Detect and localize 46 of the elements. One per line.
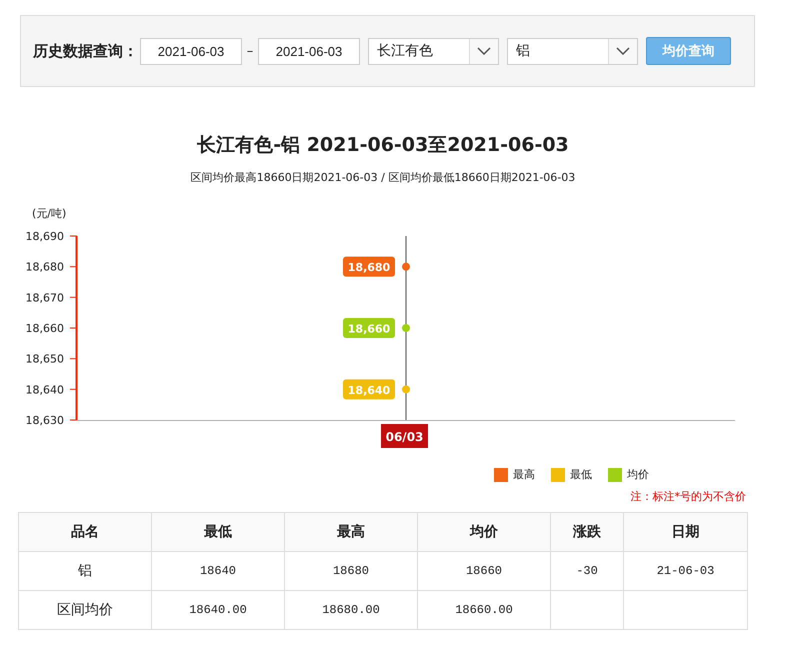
data-label: 18,680 [348, 261, 391, 274]
y-tick-label: 18,640 [26, 383, 64, 396]
column-header: 均价 [418, 512, 550, 552]
chart-subtitle: 区间均价最高18660日期2021-06-03 / 区间均价最低18660日期2021-06-03 [190, 170, 576, 185]
date-field[interactable]: 2021-06-03 [258, 38, 360, 64]
data-label: 18,660 [348, 322, 391, 336]
legend-label: 最低 [570, 467, 592, 482]
table-cell: 18680 [332, 564, 369, 578]
chevron-down-icon [616, 47, 630, 55]
y-tick-label: 18,630 [26, 414, 64, 427]
table-cell: 18640 [200, 564, 236, 578]
legend-label: 最高 [513, 467, 535, 482]
table-cell: 18680.00 [322, 603, 380, 617]
y-tick-label: 18,670 [26, 291, 64, 304]
metal-dropdown[interactable]: 铝 [507, 38, 638, 64]
table-cell: 18660 [466, 564, 502, 578]
y-tick-label: 18,660 [26, 322, 64, 335]
date-separator: – [246, 44, 254, 58]
table-cell: 18640.00 [189, 603, 247, 617]
x-tick-label: 06/03 [386, 430, 424, 444]
data-label: 18,640 [348, 384, 391, 397]
table-cell: 铝 [78, 563, 92, 579]
x-category-label: 06/03 [381, 424, 428, 448]
column-header: 品名 [18, 512, 152, 552]
value-label: 18,640 [343, 379, 395, 400]
column-header: 最高 [284, 512, 418, 552]
y-tick-label: 18,680 [26, 260, 64, 274]
table-cell: 18660.00 [455, 603, 513, 617]
chart-title: 长江有色-铝 2021-06-03至2021-06-03 [196, 133, 570, 158]
note-text: 注：标注*号的为不含价 [630, 490, 746, 503]
y-tick-label: 18,690 [26, 230, 64, 243]
market-dropdown[interactable]: 长江有色 [368, 38, 499, 64]
table-cell: -30 [576, 564, 598, 578]
unit-label: (元/吨) [32, 207, 66, 220]
table-cell: 21-06-03 [656, 564, 714, 578]
query-label: 历史数据查询： [33, 42, 138, 60]
y-tick-label: 18,650 [26, 352, 64, 366]
column-header: 涨跌 [550, 512, 624, 552]
date-field[interactable]: 2021-06-03 [140, 38, 242, 64]
legend-label: 均价 [627, 467, 649, 482]
column-header: 日期 [624, 512, 748, 552]
column-header: 最低 [152, 512, 284, 552]
table-cell: 区间均价 [57, 602, 113, 618]
value-label: 18,660 [343, 318, 395, 338]
value-label: 18,680 [343, 256, 395, 277]
chevron-down-icon [477, 47, 491, 55]
